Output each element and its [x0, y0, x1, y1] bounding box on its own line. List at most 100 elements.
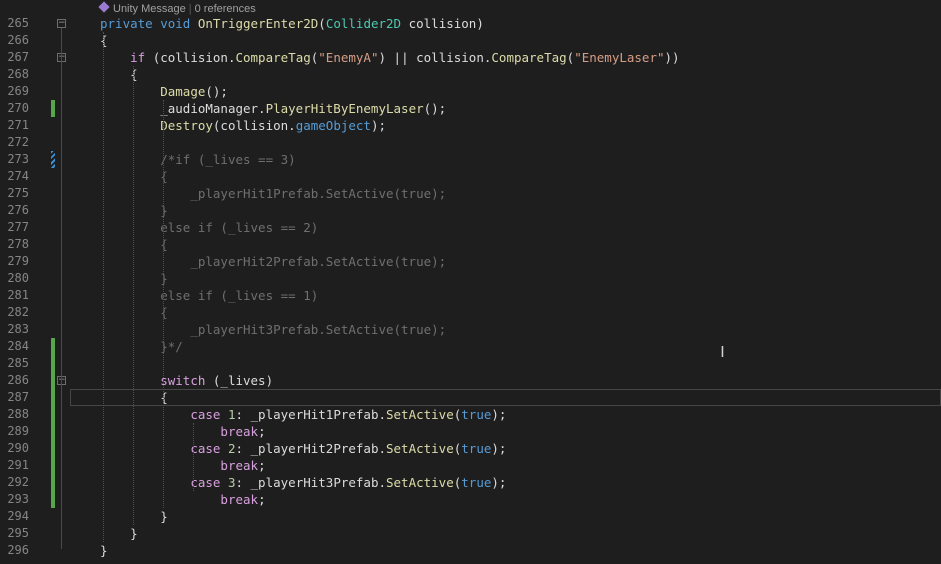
saved-change-marker: [51, 406, 55, 423]
code-line[interactable]: 270 _audioManager.PlayerHitByEnemyLaser(…: [0, 100, 941, 117]
line-number: 283: [7, 322, 29, 336]
saved-change-marker: [51, 389, 55, 406]
code-text[interactable]: }*/: [100, 338, 183, 355]
code-line[interactable]: 286− switch (_lives): [0, 372, 941, 389]
code-line[interactable]: 272: [0, 134, 941, 151]
code-line[interactable]: 292 case 3: _playerHit3Prefab.SetActive(…: [0, 474, 941, 491]
code-line[interactable]: 265 − private void OnTriggerEnter2D(Collid…: [0, 15, 941, 32]
code-line[interactable]: 268 {: [0, 66, 941, 83]
line-number: 265: [7, 16, 29, 30]
code-line[interactable]: 290 case 2: _playerHit2Prefab.SetActive(…: [0, 440, 941, 457]
line-number: 270: [7, 101, 29, 115]
code-text[interactable]: {: [100, 66, 138, 83]
code-line[interactable]: 294 }: [0, 508, 941, 525]
line-number: 271: [7, 118, 29, 132]
saved-change-marker: [51, 440, 55, 457]
code-text[interactable]: }: [100, 542, 108, 559]
code-editor[interactable]: Unity Message | 0 references 265 − private v…: [0, 0, 941, 564]
code-text[interactable]: _playerHit2Prefab.SetActive(true);: [100, 253, 446, 270]
collapse-icon[interactable]: −: [57, 19, 66, 28]
codelens-references[interactable]: 0 references: [195, 3, 256, 15]
code-line[interactable]: 287 {: [0, 389, 941, 406]
code-text[interactable]: _audioManager.PlayerHitByEnemyLaser();: [100, 100, 446, 117]
code-line[interactable]: 285: [0, 355, 941, 372]
line-number: 290: [7, 441, 29, 455]
line-number: 293: [7, 492, 29, 506]
code-line[interactable]: 289 break;: [0, 423, 941, 440]
code-line[interactable]: 277 else if (_lives == 2): [0, 219, 941, 236]
code-text[interactable]: break;: [100, 423, 265, 440]
code-text[interactable]: /*if (_lives == 3): [100, 151, 295, 168]
code-line[interactable]: 281 else if (_lives == 1): [0, 287, 941, 304]
code-text[interactable]: Damage();: [100, 83, 228, 100]
code-line[interactable]: 291 break;: [0, 457, 941, 474]
codelens-separator: |: [188, 3, 192, 15]
code-line[interactable]: 271 Destroy(collision.gameObject);: [0, 117, 941, 134]
line-number: 268: [7, 67, 29, 81]
code-line[interactable]: 269 Damage();: [0, 83, 941, 100]
code-line[interactable]: 279 _playerHit2Prefab.SetActive(true);: [0, 253, 941, 270]
saved-change-marker: [51, 372, 55, 389]
saved-change-marker: [51, 457, 55, 474]
line-number: 269: [7, 84, 29, 98]
line-number: 273: [7, 152, 29, 166]
code-line[interactable]: 284 }*/: [0, 338, 941, 355]
code-text[interactable]: switch (_lives): [100, 372, 273, 389]
saved-change-marker: [51, 355, 55, 372]
saved-change-marker: [51, 474, 55, 491]
code-line[interactable]: 278 {: [0, 236, 941, 253]
line-number: 284: [7, 339, 29, 353]
line-number: 280: [7, 271, 29, 285]
code-line[interactable]: 293 break;: [0, 491, 941, 508]
indent-guide: [103, 32, 104, 542]
code-line[interactable]: 266{: [0, 32, 941, 49]
line-number: 274: [7, 169, 29, 183]
code-text[interactable]: break;: [100, 457, 265, 474]
line-number: 296: [7, 543, 29, 557]
line-number: 294: [7, 509, 29, 523]
line-number: 272: [7, 135, 29, 149]
code-text[interactable]: _playerHit1Prefab.SetActive(true);: [100, 185, 446, 202]
code-line[interactable]: 273 /*if (_lives == 3): [0, 151, 941, 168]
code-text[interactable]: private void OnTriggerEnter2D(Collider2D…: [100, 15, 484, 32]
line-number: 281: [7, 288, 29, 302]
codelens-unity-message[interactable]: Unity Message: [113, 3, 186, 15]
code-line[interactable]: 288 case 1: _playerHit1Prefab.SetActive(…: [0, 406, 941, 423]
saved-change-marker: [51, 100, 55, 117]
code-text[interactable]: }: [100, 525, 138, 542]
line-number: 285: [7, 356, 29, 370]
code-line[interactable]: 282 {: [0, 304, 941, 321]
fold-region-line: [61, 385, 62, 515]
saved-change-marker: [51, 423, 55, 440]
line-number: 279: [7, 254, 29, 268]
line-number: 291: [7, 458, 29, 472]
indent-guide: [133, 66, 135, 525]
code-line[interactable]: 280 }: [0, 270, 941, 287]
line-number: 267: [7, 50, 29, 64]
code-text[interactable]: case 1: _playerHit1Prefab.SetActive(true…: [100, 406, 506, 423]
code-line[interactable]: 296}: [0, 542, 941, 559]
line-number: 287: [7, 390, 29, 404]
indent-guide: [163, 100, 165, 508]
code-text[interactable]: case 3: _playerHit3Prefab.SetActive(true…: [100, 474, 506, 491]
line-number: 286: [7, 373, 29, 387]
indent-guide: [193, 423, 195, 491]
line-number: 277: [7, 220, 29, 234]
line-number: 275: [7, 186, 29, 200]
code-line[interactable]: 267− if (collision.CompareTag("EnemyA") …: [0, 49, 941, 66]
code-line[interactable]: 295 }: [0, 525, 941, 542]
code-line[interactable]: 283 _playerHit3Prefab.SetActive(true);: [0, 321, 941, 338]
code-text[interactable]: case 2: _playerHit2Prefab.SetActive(true…: [100, 440, 506, 457]
line-number: 266: [7, 33, 29, 47]
line-number: 276: [7, 203, 29, 217]
code-text[interactable]: if (collision.CompareTag("EnemyA") || co…: [100, 49, 679, 66]
code-text[interactable]: break;: [100, 491, 265, 508]
code-line[interactable]: 274 {: [0, 168, 941, 185]
code-text[interactable]: Destroy(collision.gameObject);: [100, 117, 386, 134]
line-number: 278: [7, 237, 29, 251]
line-number: 282: [7, 305, 29, 319]
line-number: 292: [7, 475, 29, 489]
code-text[interactable]: _playerHit3Prefab.SetActive(true);: [100, 321, 446, 338]
code-line[interactable]: 275 _playerHit1Prefab.SetActive(true);: [0, 185, 941, 202]
code-line[interactable]: 276 }: [0, 202, 941, 219]
